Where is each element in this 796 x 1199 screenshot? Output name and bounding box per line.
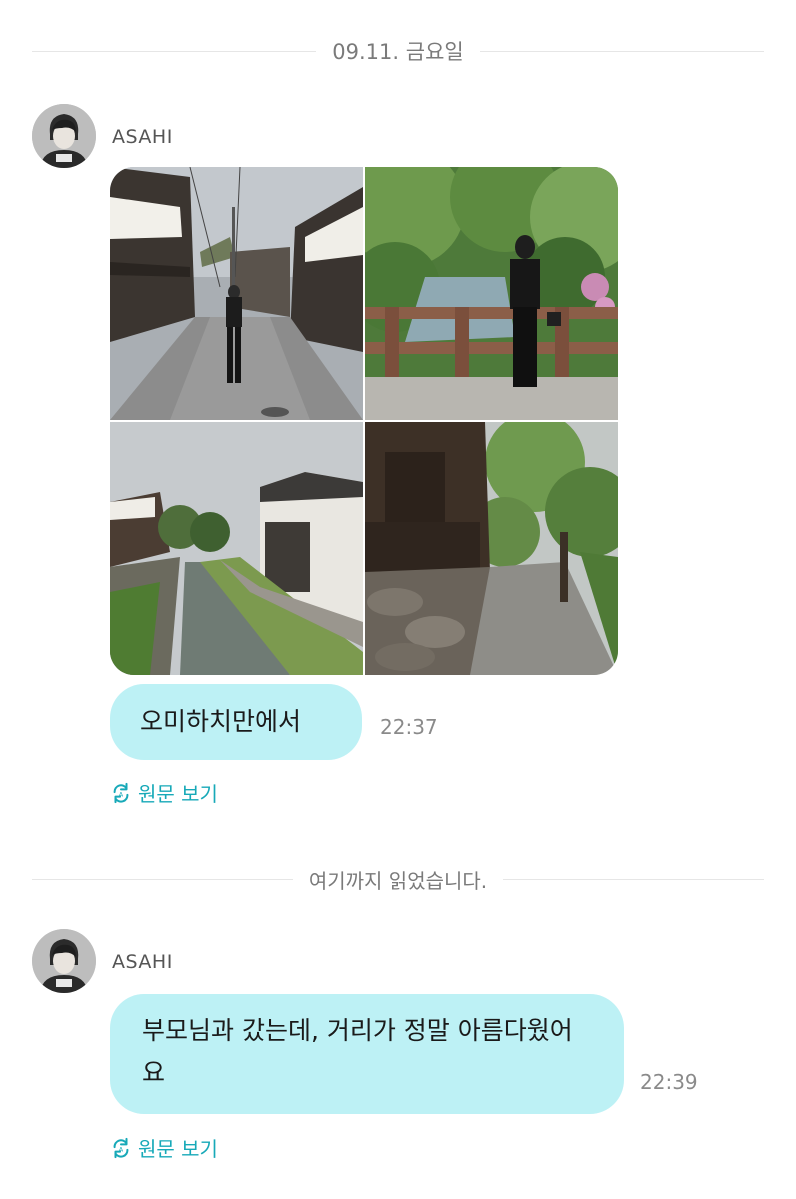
- view-original-label: 원문 보기: [138, 1137, 218, 1161]
- translate-refresh-icon: A: [113, 1137, 129, 1158]
- photo-canal-image: [110, 422, 363, 675]
- divider-line-right: [503, 879, 765, 880]
- read-marker-divider: 여기까지 읽었습니다.: [32, 865, 765, 894]
- divider-line-right: [479, 50, 764, 52]
- photo-street[interactable]: [110, 167, 363, 420]
- photo-street-image: [110, 167, 363, 420]
- divider-line-left: [32, 50, 317, 52]
- photo-path-image: [365, 422, 618, 675]
- photo-grid[interactable]: [110, 167, 618, 675]
- date-label: 09.11. 금요일: [332, 40, 464, 64]
- message-time: 22:37: [380, 715, 438, 739]
- photo-bridge[interactable]: [365, 167, 618, 420]
- sender-name: ASAHI: [112, 126, 173, 148]
- message-bubble[interactable]: 오미하치만에서: [110, 684, 362, 760]
- avatar-image: [32, 104, 96, 168]
- sender-name: ASAHI: [112, 951, 173, 973]
- view-original-button[interactable]: A 원문 보기: [110, 778, 218, 807]
- view-original-label: 원문 보기: [138, 782, 218, 806]
- svg-text:A: A: [119, 1145, 124, 1153]
- view-original-button[interactable]: A 원문 보기: [110, 1133, 218, 1162]
- read-marker-label: 여기까지 읽었습니다.: [308, 869, 488, 893]
- photo-path[interactable]: [365, 422, 618, 675]
- divider-line-left: [32, 879, 293, 880]
- message-bubble[interactable]: 부모님과 갔는데, 거리가 정말 아름다웠어요: [110, 994, 624, 1114]
- svg-text:A: A: [119, 790, 124, 798]
- date-divider: 09.11. 금요일: [32, 36, 764, 66]
- avatar[interactable]: [32, 104, 96, 168]
- photo-bridge-image: [365, 167, 618, 420]
- translate-refresh-icon: A: [113, 782, 129, 803]
- avatar[interactable]: [32, 929, 96, 993]
- chat-screen: 09.11. 금요일 ASAHI 오미하치만에서 22:37 A 원문 보기 여…: [0, 0, 796, 1199]
- photo-canal[interactable]: [110, 422, 363, 675]
- avatar-image: [32, 929, 96, 993]
- message-time: 22:39: [640, 1070, 698, 1094]
